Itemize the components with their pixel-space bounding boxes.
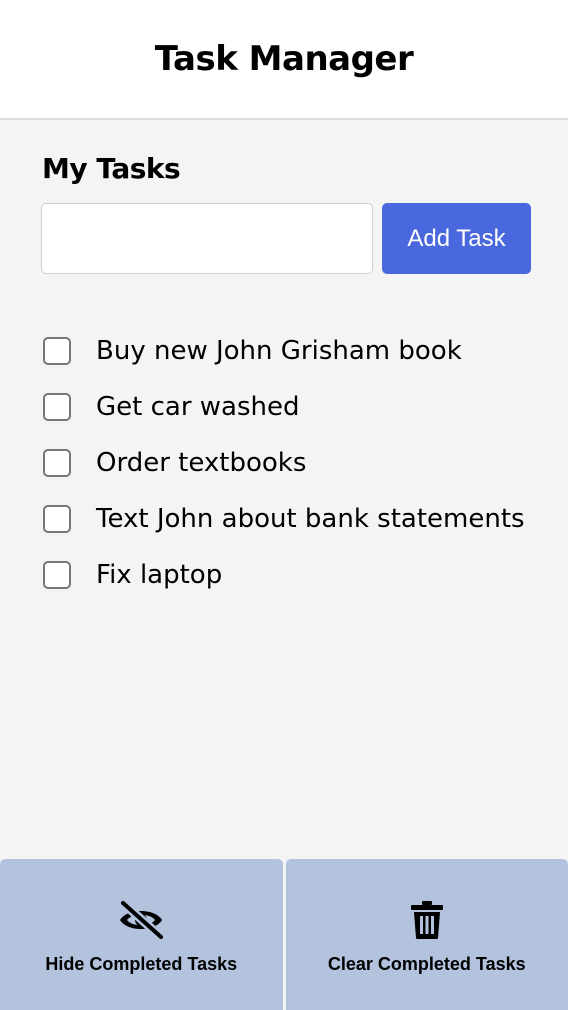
task-manager-app: Task Manager My Tasks Add Task Buy new J… bbox=[0, 0, 568, 1010]
app-title: Task Manager bbox=[154, 39, 414, 79]
clear-completed-label: Clear Completed Tasks bbox=[327, 954, 526, 974]
task-item: Get car washed bbox=[43, 379, 543, 435]
section-title: My Tasks bbox=[42, 152, 181, 185]
task-label: Text John about bank statements bbox=[96, 504, 525, 534]
hide-completed-button[interactable]: Hide Completed Tasks bbox=[0, 859, 283, 1010]
footer-toolbar: Hide Completed Tasks Clear Completed Tas… bbox=[0, 859, 568, 1010]
task-checkbox[interactable] bbox=[43, 505, 71, 533]
task-item: Buy new John Grisham book bbox=[43, 323, 543, 379]
task-label: Buy new John Grisham book bbox=[96, 336, 462, 366]
task-label: Order textbooks bbox=[96, 448, 307, 478]
add-task-button[interactable]: Add Task bbox=[382, 203, 531, 274]
task-label: Get car washed bbox=[96, 392, 300, 422]
task-checkbox[interactable] bbox=[43, 561, 71, 589]
task-checkbox[interactable] bbox=[43, 449, 71, 477]
app-header: Task Manager bbox=[0, 0, 568, 120]
task-item: Text John about bank statements bbox=[43, 491, 543, 547]
task-label: Fix laptop bbox=[96, 560, 223, 590]
task-item: Order textbooks bbox=[43, 435, 543, 491]
task-checkbox[interactable] bbox=[43, 393, 71, 421]
clear-completed-button[interactable]: Clear Completed Tasks bbox=[285, 859, 568, 1010]
hide-completed-label: Hide Completed Tasks bbox=[45, 954, 238, 974]
new-task-input[interactable] bbox=[41, 203, 373, 274]
task-list: Buy new John Grisham book Get car washed… bbox=[43, 323, 543, 603]
eye-slash-icon bbox=[118, 900, 166, 940]
trash-icon bbox=[410, 901, 443, 939]
task-item: Fix laptop bbox=[43, 547, 543, 603]
task-checkbox[interactable] bbox=[43, 337, 71, 365]
